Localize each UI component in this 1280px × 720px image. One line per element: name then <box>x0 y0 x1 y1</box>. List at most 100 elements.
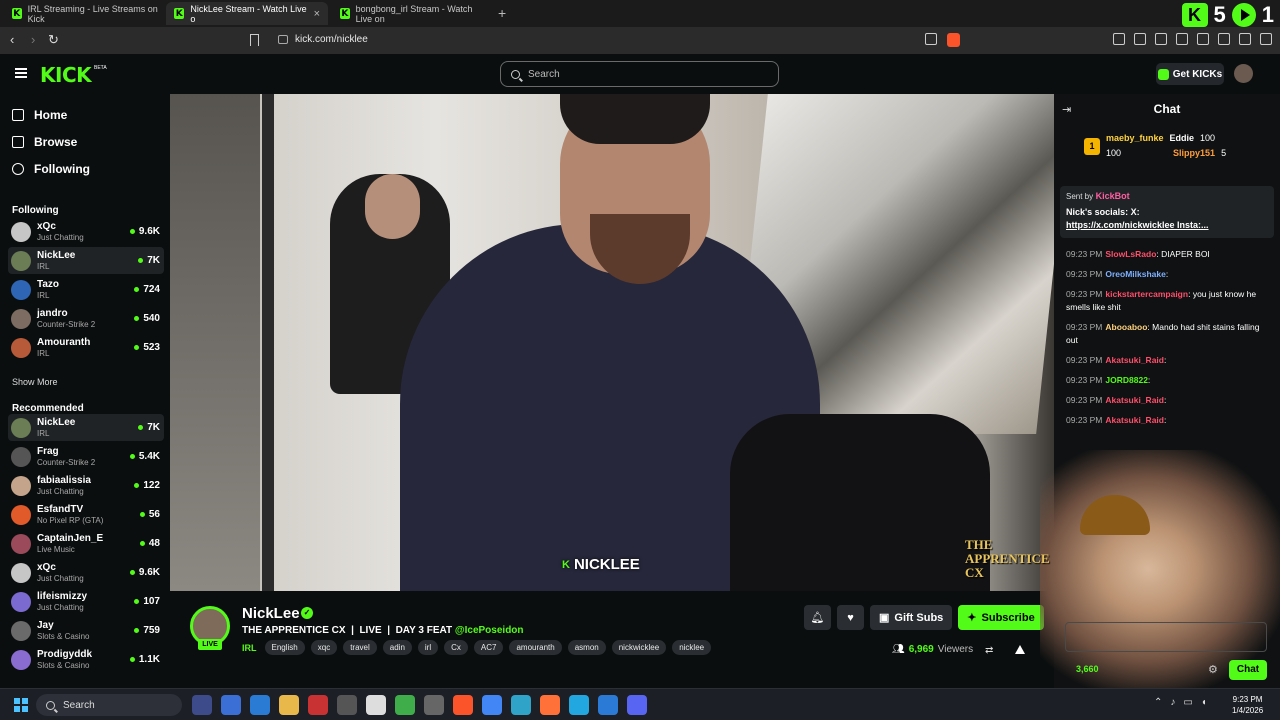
video-player[interactable]: K NICKLEE <box>170 94 1054 591</box>
stream-tag[interactable]: Cx <box>444 640 468 655</box>
wallet-icon[interactable] <box>1197 33 1209 45</box>
app-icon-6[interactable] <box>395 695 415 715</box>
hamburger-menu-icon[interactable] <box>15 68 27 78</box>
file-explorer-icon[interactable] <box>279 695 299 715</box>
windows-start-icon[interactable] <box>14 698 28 712</box>
pinned-message-link[interactable]: https://x.com/nickwicklee Insta:... <box>1066 219 1268 232</box>
chat-send-button[interactable]: Chat <box>1229 660 1267 680</box>
sidebar-channel-jandro[interactable]: jandro Counter-Strike 2 540 <box>8 305 164 332</box>
stream-tag[interactable]: travel <box>343 640 377 655</box>
kick-logo[interactable]: KICK <box>40 63 92 87</box>
report-icon[interactable] <box>1015 645 1025 654</box>
chat-username[interactable]: Abooaboo <box>1105 322 1147 332</box>
tray-chevron-icon[interactable]: ⌃ <box>1154 697 1162 708</box>
close-tab-icon[interactable]: × <box>314 8 320 20</box>
menu-icon[interactable] <box>1260 33 1272 45</box>
gift-subs-button[interactable]: ▣ Gift Subs <box>870 605 953 630</box>
share-icon[interactable] <box>925 33 937 45</box>
play-extension-icon[interactable] <box>1231 3 1256 27</box>
stream-tag[interactable]: English <box>264 640 305 655</box>
app-icon-8[interactable] <box>569 695 589 715</box>
bookmark-icon[interactable] <box>250 34 259 46</box>
pinned-message[interactable]: Sent by KickBot Nick's socials: X: https… <box>1060 186 1274 238</box>
stream-tag[interactable]: nickwicklee <box>611 640 667 655</box>
chat-username[interactable]: SlowLsRado <box>1105 249 1156 259</box>
chat-username[interactable]: OreoMilkshake <box>1105 269 1165 279</box>
stream-tag[interactable]: irl <box>417 640 439 655</box>
share-icon[interactable]: ⇄ <box>985 645 993 656</box>
chat-username[interactable]: Akatsuki_Raid <box>1105 355 1164 365</box>
nav-home[interactable]: Home <box>12 108 67 122</box>
sidebar-channel-lifeismizzy[interactable]: lifeismizzy Just Chatting 107 <box>8 588 164 615</box>
app-icon-1[interactable] <box>221 695 241 715</box>
user-avatar[interactable] <box>1234 64 1253 83</box>
sidebar-channel-tazo[interactable]: Tazo IRL 724 <box>8 276 164 303</box>
edge-icon[interactable] <box>511 695 531 715</box>
stream-tag[interactable]: AC7 <box>473 640 504 655</box>
network-icon[interactable]: ▭ <box>1183 697 1192 708</box>
app-icon-4[interactable] <box>337 695 357 715</box>
chrome-icon[interactable] <box>482 695 502 715</box>
sidebar-channel-frag[interactable]: Frag Counter-Strike 2 5.4K <box>8 443 164 470</box>
vscode-icon[interactable] <box>598 695 618 715</box>
stream-category[interactable]: IRL <box>242 643 257 653</box>
stream-tag[interactable]: adin <box>382 640 412 655</box>
chat-settings-icon[interactable]: ⚙ <box>1208 663 1218 676</box>
sidebar-channel-nicklee[interactable]: NickLee IRL 7K <box>8 247 164 274</box>
discord-icon[interactable] <box>627 695 647 715</box>
get-kicks-button[interactable]: Get KICKs <box>1156 63 1224 85</box>
sidebar-icon[interactable] <box>1176 33 1188 45</box>
sidebar-channel-captainjen_e[interactable]: CaptainJen_E Live Music 48 <box>8 530 164 557</box>
chat-username[interactable]: Akatsuki_Raid <box>1105 415 1164 425</box>
browser-tab-irl[interactable]: K IRL Streaming - Live Streams on Kick <box>4 2 166 25</box>
new-tab-button[interactable]: + <box>498 5 506 21</box>
url-text[interactable]: kick.com/nicklee <box>295 34 368 45</box>
screenshot-icon[interactable] <box>1134 33 1146 45</box>
stream-tag[interactable]: xqc <box>310 640 338 655</box>
streamer-name[interactable]: NickLee <box>242 605 300 622</box>
sidebar-channel-jay[interactable]: Jay Slots & Casino 759 <box>8 617 164 644</box>
site-info-icon[interactable] <box>278 35 288 44</box>
taskbar-clock[interactable]: 9:23 PM 1/4/2026 <box>1232 694 1263 716</box>
sidebar-channel-xqc[interactable]: xQc Just Chatting 9.6K <box>8 218 164 245</box>
taskbar-search[interactable]: Search <box>36 694 182 716</box>
sidebar-channel-amouranth[interactable]: Amouranth IRL 523 <box>8 334 164 361</box>
back-icon[interactable]: ‹ <box>10 32 14 47</box>
gifter-name[interactable]: Eddie <box>1170 131 1195 146</box>
notification-bell-button[interactable]: 🔔︎ <box>804 605 831 630</box>
brave-icon[interactable] <box>453 695 473 715</box>
gifter-name[interactable]: maeby_funke <box>1106 131 1164 146</box>
sidebar-channel-nicklee[interactable]: NickLee IRL 7K <box>8 414 164 441</box>
forward-icon[interactable]: › <box>31 32 35 47</box>
app-icon-5[interactable] <box>366 695 386 715</box>
leo-icon[interactable] <box>1218 33 1230 45</box>
show-more-link[interactable]: Show More <box>12 377 58 387</box>
app-icon-3[interactable] <box>308 695 328 715</box>
browser-tab-nicklee[interactable]: K NickLee Stream - Watch Live o × <box>166 2 328 25</box>
stream-tag[interactable]: amouranth <box>509 640 562 655</box>
music-icon[interactable] <box>1155 33 1167 45</box>
vpn-icon[interactable] <box>1239 33 1251 45</box>
extensions-puzzle-icon[interactable] <box>1113 33 1125 45</box>
stream-title-mention[interactable]: @IcePoseidon <box>455 625 524 636</box>
subscribe-button[interactable]: ✦ Subscribe <box>958 605 1044 630</box>
stream-tag[interactable]: asmon <box>567 640 606 655</box>
chat-username[interactable]: JORD8822 <box>1105 375 1148 385</box>
nav-following[interactable]: Following <box>12 162 90 176</box>
browser-tab-bongbong[interactable]: K bongbong_irl Stream - Watch Live on <box>332 2 494 25</box>
reload-icon[interactable]: ↻ <box>48 32 59 48</box>
app-icon-2[interactable] <box>250 695 270 715</box>
follow-button[interactable]: ♥ <box>837 605 864 630</box>
task-view-icon[interactable] <box>192 695 212 715</box>
kick-extension-icon[interactable]: K <box>1181 3 1208 27</box>
app-icon-7[interactable] <box>424 695 444 715</box>
gifter-name[interactable]: Slippy151 <box>1173 146 1215 161</box>
sidebar-channel-xqc[interactable]: xQc Just Chatting 9.6K <box>8 559 164 586</box>
sidebar-channel-esfandtv[interactable]: EsfandTV No Pixel RP (GTA) 56 <box>8 501 164 528</box>
sidebar-channel-fabiaalissia[interactable]: fabiaalissia Just Chatting 122 <box>8 472 164 499</box>
volume-icon[interactable]: ◖ <box>1201 697 1207 708</box>
chat-message-input[interactable] <box>1065 622 1267 652</box>
sidebar-channel-prodigyddk[interactable]: Prodigyddk Slots & Casino 1.1K <box>8 646 164 673</box>
search-input[interactable]: Search <box>500 61 779 87</box>
chat-username[interactable]: Akatsuki_Raid <box>1105 395 1164 405</box>
